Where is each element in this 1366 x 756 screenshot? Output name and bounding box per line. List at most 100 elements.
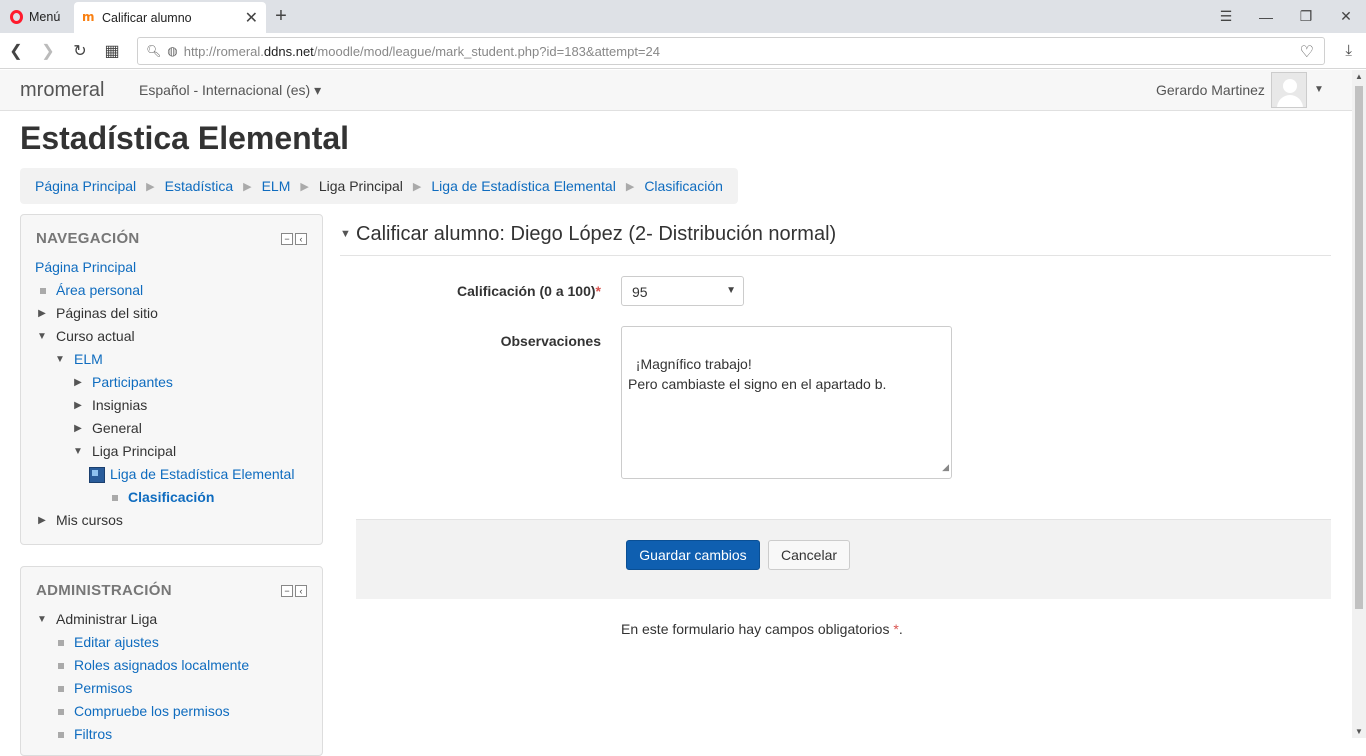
nav-item-general[interactable]: ▶ General bbox=[35, 417, 294, 440]
new-tab-button[interactable]: + bbox=[266, 0, 296, 33]
nav-item-site-pages[interactable]: ▶ Páginas del sitio bbox=[35, 302, 294, 325]
nav-item-main-league[interactable]: ▼ Liga Principal bbox=[35, 440, 294, 463]
globe-icon: ◍ bbox=[167, 44, 178, 58]
restore-icon[interactable]: ❐ bbox=[1286, 8, 1326, 25]
breadcrumb-category[interactable]: Estadística bbox=[165, 178, 233, 194]
bullet-icon bbox=[40, 288, 46, 294]
close-window-icon[interactable]: ✕ bbox=[1326, 8, 1366, 25]
nav-item-league-activity[interactable]: Liga de Estadística Elemental bbox=[35, 463, 294, 486]
bullet-icon bbox=[58, 709, 64, 715]
required-icon: * bbox=[893, 621, 899, 637]
administration-block-title: ADMINISTRACIÓN bbox=[36, 582, 172, 599]
nav-item-participants[interactable]: ▶ Participantes bbox=[35, 371, 294, 394]
expand-arrow-icon[interactable]: ▶ bbox=[35, 302, 49, 325]
breadcrumb-league[interactable]: Liga de Estadística Elemental bbox=[431, 178, 615, 194]
observations-label: Observaciones bbox=[500, 333, 601, 349]
scroll-up-icon[interactable]: ▲ bbox=[1355, 72, 1363, 81]
expand-arrow-icon[interactable]: ▶ bbox=[71, 371, 85, 394]
bookmark-heart-icon[interactable]: ♡ bbox=[1300, 42, 1314, 62]
moodle-favicon-icon: m bbox=[82, 10, 95, 24]
breadcrumb-course[interactable]: ELM bbox=[262, 178, 291, 194]
admin-item-edit-settings[interactable]: Editar ajustes bbox=[35, 631, 249, 654]
breadcrumb-section: Liga Principal bbox=[318, 178, 403, 194]
dock-block-icon[interactable]: ‹ bbox=[295, 233, 307, 245]
admin-item-filters[interactable]: Filtros bbox=[35, 723, 249, 746]
collapse-arrow-icon[interactable]: ▼ bbox=[71, 440, 85, 463]
save-button[interactable]: Guardar cambios bbox=[626, 540, 760, 570]
nav-item-home[interactable]: Página Principal bbox=[35, 256, 294, 279]
close-tab-icon[interactable]: ✕ bbox=[245, 8, 258, 28]
breadcrumb-separator-icon: ▶ bbox=[625, 180, 635, 193]
chevron-down-icon: ▼ bbox=[726, 285, 736, 296]
form-heading: Calificar alumno: Diego López (2- Distri… bbox=[356, 223, 837, 245]
breadcrumb-separator-icon: ▶ bbox=[412, 180, 422, 193]
scrollbar-thumb[interactable] bbox=[1355, 86, 1363, 609]
administration-block: ADMINISTRACIÓN − ‹ ▼ Administrar Liga Ed… bbox=[20, 566, 323, 756]
breadcrumb-classification[interactable]: Clasificación bbox=[644, 178, 723, 194]
breadcrumb-separator-icon: ▶ bbox=[300, 180, 309, 193]
admin-item-permissions[interactable]: Permisos bbox=[35, 677, 249, 700]
navigation-block-title: NAVEGACIÓN bbox=[36, 230, 140, 247]
menu-label: Menú bbox=[29, 9, 61, 24]
browser-tab-bar: Menú m Calificar alumno ✕ + ☰ — ❐ ✕ bbox=[0, 0, 1366, 33]
nav-item-elm[interactable]: ▼ ELM bbox=[35, 348, 294, 371]
vertical-scrollbar[interactable]: ▲ ▼ bbox=[1352, 70, 1366, 738]
breadcrumb: Página Principal ▶ Estadística ▶ ELM ▶ L… bbox=[20, 168, 738, 204]
url-field[interactable]: 🔍︎ ◍ http://romeral.ddns.net/moodle/mod/… bbox=[137, 37, 1325, 65]
bullet-icon bbox=[58, 686, 64, 692]
browser-tab[interactable]: m Calificar alumno ✕ bbox=[74, 2, 266, 33]
nav-item-my-courses[interactable]: ▶ Mis cursos bbox=[35, 509, 294, 532]
nav-item-badges[interactable]: ▶ Insignias bbox=[35, 394, 294, 417]
form-section-header[interactable]: ▼ Calificar alumno: Diego López (2- Dist… bbox=[340, 223, 1331, 256]
opera-logo-icon bbox=[10, 9, 23, 24]
breadcrumb-separator-icon: ▶ bbox=[146, 180, 155, 193]
form-actions: Guardar cambios Cancelar bbox=[356, 519, 1331, 599]
breadcrumb-home[interactable]: Página Principal bbox=[35, 178, 136, 194]
user-name[interactable]: Gerardo Martinez bbox=[1156, 82, 1265, 98]
language-menu[interactable]: Español - Internacional (es) ▾ bbox=[139, 82, 321, 99]
admin-item-check-permissions[interactable]: Compruebe los permisos bbox=[35, 700, 249, 723]
bullet-icon bbox=[58, 640, 64, 646]
bullet-icon bbox=[58, 663, 64, 669]
collapse-section-icon[interactable]: ▼ bbox=[340, 228, 351, 240]
expand-arrow-icon[interactable]: ▶ bbox=[35, 509, 49, 532]
dock-block-icon[interactable]: ‹ bbox=[295, 585, 307, 597]
collapse-arrow-icon[interactable]: ▼ bbox=[53, 348, 67, 371]
nav-item-personal-area[interactable]: Área personal bbox=[35, 279, 294, 302]
site-brand-link[interactable]: mromeral bbox=[20, 79, 104, 102]
required-fields-note: En este formulario hay campos obligatori… bbox=[621, 621, 903, 637]
security-icon[interactable]: 🔍︎ bbox=[146, 44, 161, 58]
nav-item-classification[interactable]: Clasificación bbox=[35, 486, 294, 509]
url-text: http://romeral.ddns.net/moodle/mod/leagu… bbox=[183, 43, 660, 59]
download-icon[interactable]: ⤓ bbox=[1345, 42, 1352, 59]
breadcrumb-separator-icon: ▶ bbox=[243, 180, 252, 193]
reload-icon[interactable]: ↻ bbox=[64, 41, 96, 61]
collapse-block-icon[interactable]: − bbox=[281, 233, 293, 245]
grade-select[interactable]: 95 ▼ bbox=[621, 276, 744, 306]
minimize-icon[interactable]: — bbox=[1246, 9, 1286, 25]
expand-arrow-icon[interactable]: ▶ bbox=[71, 394, 85, 417]
resize-grip-icon[interactable]: ◢ bbox=[942, 457, 949, 477]
opera-menu-button[interactable]: Menú bbox=[0, 0, 74, 33]
cancel-button[interactable]: Cancelar bbox=[768, 540, 850, 570]
back-icon[interactable]: ❮ bbox=[0, 41, 32, 61]
observations-textarea[interactable]: ¡Magnífico trabajo! Pero cambiaste el si… bbox=[621, 326, 952, 479]
collapse-block-icon[interactable]: − bbox=[281, 585, 293, 597]
page-title: Estadística Elemental bbox=[20, 120, 350, 156]
user-menu-caret-icon[interactable]: ▼ bbox=[1314, 84, 1324, 95]
avatar[interactable] bbox=[1271, 72, 1307, 108]
collapse-arrow-icon[interactable]: ▼ bbox=[35, 608, 49, 631]
tab-title: Calificar alumno bbox=[102, 10, 192, 25]
navigation-block: NAVEGACIÓN − ‹ Página Principal Área per… bbox=[20, 214, 323, 545]
bullet-icon bbox=[58, 732, 64, 738]
nav-item-current-course[interactable]: ▼ Curso actual bbox=[35, 325, 294, 348]
required-icon: * bbox=[595, 283, 601, 299]
forward-icon[interactable]: ❯ bbox=[32, 41, 64, 61]
tab-menu-icon[interactable]: ☰ bbox=[1206, 8, 1246, 25]
scroll-down-icon[interactable]: ▼ bbox=[1355, 727, 1363, 736]
admin-item-local-roles[interactable]: Roles asignados localmente bbox=[35, 654, 249, 677]
collapse-arrow-icon[interactable]: ▼ bbox=[35, 325, 49, 348]
admin-item-manage-league[interactable]: ▼ Administrar Liga bbox=[35, 608, 249, 631]
expand-arrow-icon[interactable]: ▶ bbox=[71, 417, 85, 440]
speed-dial-icon[interactable]: ▦ bbox=[96, 41, 128, 61]
